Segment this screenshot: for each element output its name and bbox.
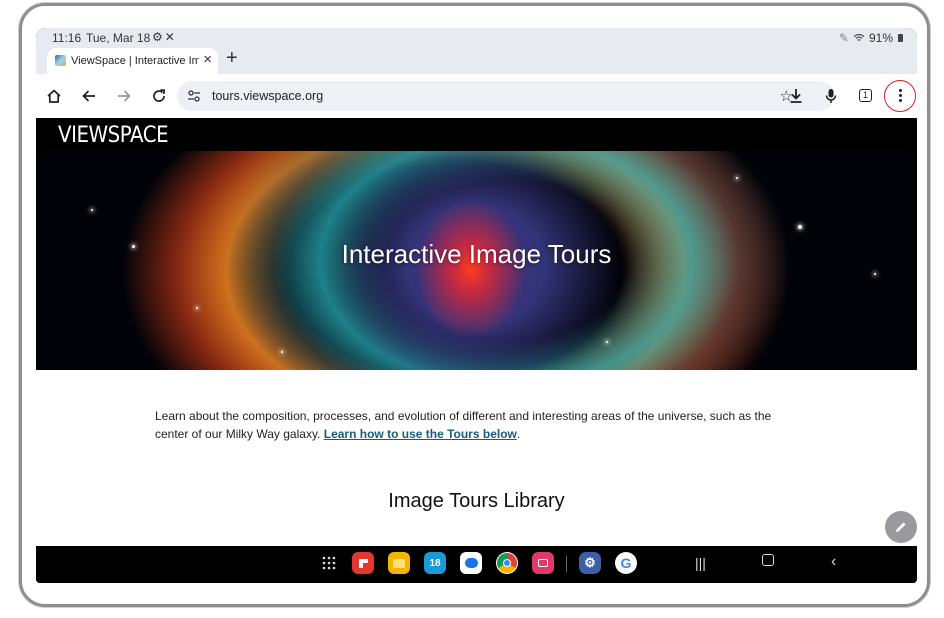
settings-notification-icon: ⚙✕ — [152, 30, 177, 44]
back-arrow-icon — [82, 90, 95, 102]
star-decoration — [91, 209, 93, 211]
calendar-day: 18 — [429, 557, 441, 569]
url-text: tours.viewspace.org — [212, 89, 324, 103]
device-screen: 11:16 Tue, Mar 18 ⚙✕ ✎ 91% ViewSpace | I… — [36, 28, 917, 583]
tours-help-link[interactable]: Learn how to use the Tours below — [324, 427, 517, 441]
google-app-icon[interactable]: G — [615, 552, 637, 574]
status-bar: 11:16 Tue, Mar 18 ⚙✕ ✎ 91% — [36, 28, 917, 46]
forward-button[interactable] — [114, 86, 134, 106]
intro-suffix: . — [516, 426, 521, 441]
site-header: VIEWSPACE — [36, 118, 917, 151]
battery-icon — [898, 34, 903, 42]
status-right-group: ✎ 91% — [839, 31, 903, 45]
screen-recorder-app-icon[interactable] — [532, 552, 554, 574]
web-content: VIEWSPACE Interactive Image Tours Learn … — [36, 118, 917, 546]
address-bar[interactable]: tours.viewspace.org ☆ — [177, 81, 834, 111]
battery-level: 91% — [868, 31, 893, 45]
messages-app-icon[interactable] — [460, 552, 482, 574]
pen-icon: ✎ — [838, 31, 849, 45]
tab-title: ViewSpace | Interactive Imag — [71, 55, 199, 67]
reload-icon — [153, 89, 166, 102]
wifi-icon — [853, 33, 865, 41]
new-tab-button[interactable]: + — [226, 47, 238, 70]
android-taskbar: 18 ⚙ G ||| ‹ — [36, 546, 917, 583]
home-nav-button[interactable] — [762, 554, 774, 566]
back-button[interactable] — [79, 86, 99, 106]
reload-button[interactable] — [149, 86, 169, 106]
star-decoration — [736, 177, 738, 179]
back-nav-button[interactable]: ‹ — [831, 553, 836, 571]
browser-toolbar: tours.viewspace.org ☆ 1 — [36, 74, 917, 118]
calendar-app-icon[interactable]: 18 — [424, 552, 446, 574]
more-options-menu-icon[interactable] — [899, 89, 902, 104]
viewspace-logo[interactable]: VIEWSPACE — [58, 123, 169, 148]
files-app-icon[interactable] — [388, 552, 410, 574]
download-button[interactable] — [786, 86, 806, 106]
star-decoration — [281, 351, 283, 353]
chrome-app-icon[interactable] — [496, 552, 518, 574]
status-time: 11:16 — [52, 31, 82, 45]
close-tab-icon[interactable]: × — [203, 51, 212, 68]
settings-app-icon[interactable]: ⚙ — [579, 552, 601, 574]
edit-button[interactable] — [885, 511, 917, 543]
pencil-icon — [896, 522, 906, 532]
intro-paragraph: Learn about the composition, processes, … — [155, 408, 805, 443]
star-decoration — [798, 225, 802, 229]
site-settings-icon[interactable] — [187, 89, 201, 103]
hero-banner: Interactive Image Tours — [36, 151, 917, 370]
voice-search-button[interactable] — [821, 86, 841, 106]
site-favicon-icon — [55, 55, 66, 66]
download-icon — [790, 89, 802, 103]
taskbar-divider — [566, 556, 567, 572]
tab-strip: ViewSpace | Interactive Imag × + — [36, 46, 917, 74]
status-date: Tue, Mar 18 — [86, 31, 151, 45]
flipboard-app-icon[interactable] — [352, 552, 374, 574]
star-decoration — [196, 307, 198, 309]
forward-arrow-icon — [118, 90, 131, 102]
microphone-icon — [825, 89, 837, 103]
home-icon — [47, 89, 61, 103]
home-button[interactable] — [44, 86, 64, 106]
recents-nav-button[interactable]: ||| — [695, 555, 706, 571]
tab-switcher-button[interactable]: 1 — [859, 89, 872, 102]
browser-tab-active[interactable]: ViewSpace | Interactive Imag × — [47, 48, 218, 74]
app-drawer-icon[interactable] — [322, 556, 336, 570]
hero-title: Interactive Image Tours — [341, 239, 612, 269]
section-title: Image Tours Library — [388, 490, 565, 512]
star-decoration — [874, 273, 876, 275]
star-decoration — [606, 341, 608, 343]
